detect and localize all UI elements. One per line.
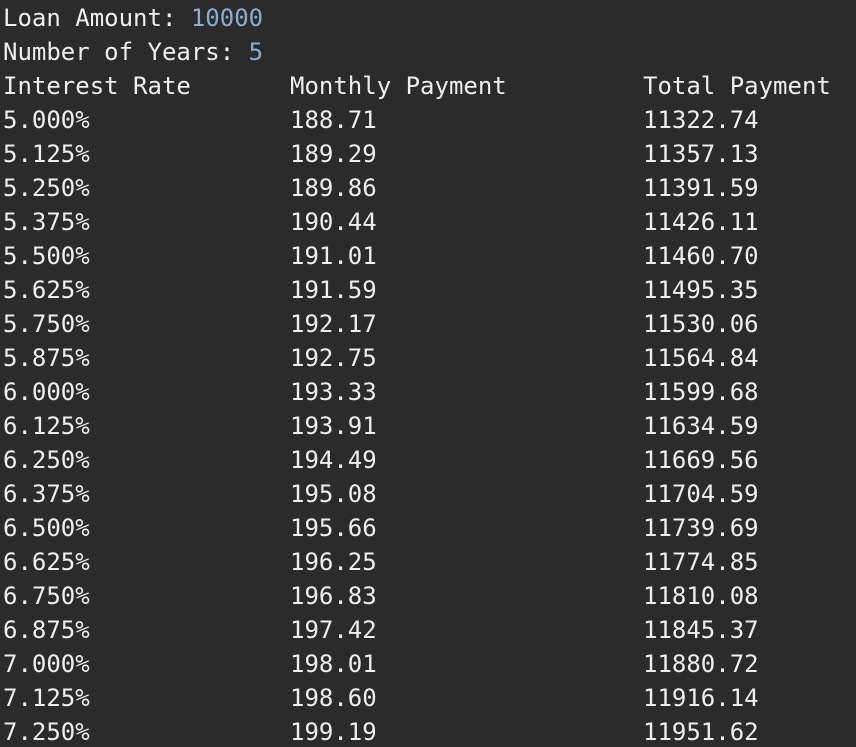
header-total-payment: Total Payment <box>643 72 831 100</box>
table-row: 6.625% 196.25 11774.85 <box>0 545 856 579</box>
monthly-payment-cell: 196.25 <box>290 548 377 576</box>
interest-rate-cell: 6.875% <box>3 616 90 644</box>
interest-rate-cell: 5.750% <box>3 310 90 338</box>
table-row: 5.000% 188.71 11322.74 <box>0 103 856 137</box>
loan-amount-line: Loan Amount: 10000 <box>0 1 856 35</box>
total-payment-cell: 11634.59 <box>643 412 759 440</box>
years-label: Number of Years: <box>3 38 249 66</box>
interest-rate-cell: 5.375% <box>3 208 90 236</box>
interest-rate-cell: 5.625% <box>3 276 90 304</box>
total-payment-cell: 11322.74 <box>643 106 759 134</box>
table-row: 6.250% 194.49 11669.56 <box>0 443 856 477</box>
interest-rate-cell: 6.125% <box>3 412 90 440</box>
table-row: 6.000% 193.33 11599.68 <box>0 375 856 409</box>
years-value: 5 <box>248 38 264 66</box>
monthly-payment-cell: 199.19 <box>290 718 377 746</box>
monthly-payment-cell: 197.42 <box>290 616 377 644</box>
table-row: 6.375% 195.08 11704.59 <box>0 477 856 511</box>
total-payment-cell: 11564.84 <box>643 344 759 372</box>
monthly-payment-cell: 188.71 <box>290 106 377 134</box>
header-interest-rate: Interest Rate <box>3 72 191 100</box>
total-payment-cell: 11880.72 <box>643 650 759 678</box>
table-row: 7.000% 198.01 11880.72 <box>0 647 856 681</box>
total-payment-cell: 11774.85 <box>643 548 759 576</box>
monthly-payment-cell: 191.59 <box>290 276 377 304</box>
interest-rate-cell: 5.875% <box>3 344 90 372</box>
table-row: 5.500% 191.01 11460.70 <box>0 239 856 273</box>
interest-rate-cell: 7.000% <box>3 650 90 678</box>
total-payment-cell: 11530.06 <box>643 310 759 338</box>
total-payment-cell: 11391.59 <box>643 174 759 202</box>
monthly-payment-cell: 191.01 <box>290 242 377 270</box>
interest-rate-cell: 6.000% <box>3 378 90 406</box>
total-payment-cell: 11599.68 <box>643 378 759 406</box>
loan-amount-label: Loan Amount: <box>3 4 191 32</box>
total-payment-cell: 11357.13 <box>643 140 759 168</box>
interest-rate-cell: 5.250% <box>3 174 90 202</box>
total-payment-cell: 11495.35 <box>643 276 759 304</box>
interest-rate-cell: 6.625% <box>3 548 90 576</box>
table-row: 5.375% 190.44 11426.11 <box>0 205 856 239</box>
table-row: 5.250% 189.86 11391.59 <box>0 171 856 205</box>
total-payment-cell: 11951.62 <box>643 718 759 746</box>
total-payment-cell: 11845.37 <box>643 616 759 644</box>
monthly-payment-cell: 195.66 <box>290 514 377 542</box>
header-monthly-payment: Monthly Payment <box>290 72 507 100</box>
monthly-payment-cell: 194.49 <box>290 446 377 474</box>
monthly-payment-cell: 193.91 <box>290 412 377 440</box>
interest-rate-cell: 5.500% <box>3 242 90 270</box>
interest-rate-cell: 5.000% <box>3 106 90 134</box>
monthly-payment-cell: 195.08 <box>290 480 377 508</box>
terminal-output: Loan Amount: 10000 Number of Years: 5 In… <box>0 0 856 747</box>
table-row: 5.125% 189.29 11357.13 <box>0 137 856 171</box>
interest-rate-cell: 7.125% <box>3 684 90 712</box>
table-body: 5.000% 188.71 11322.74 5.125% 189.29 11357.13… <box>0 103 856 747</box>
total-payment-cell: 11810.08 <box>643 582 759 610</box>
monthly-payment-cell: 192.75 <box>290 344 377 372</box>
monthly-payment-cell: 193.33 <box>290 378 377 406</box>
interest-rate-cell: 6.500% <box>3 514 90 542</box>
monthly-payment-cell: 189.86 <box>290 174 377 202</box>
table-row: 6.750% 196.83 11810.08 <box>0 579 856 613</box>
monthly-payment-cell: 189.29 <box>290 140 377 168</box>
table-row: 6.875% 197.42 11845.37 <box>0 613 856 647</box>
loan-amount-value: 10000 <box>190 4 264 32</box>
monthly-payment-cell: 196.83 <box>290 582 377 610</box>
total-payment-cell: 11739.69 <box>643 514 759 542</box>
table-row: 5.750% 192.17 11530.06 <box>0 307 856 341</box>
interest-rate-cell: 5.125% <box>3 140 90 168</box>
total-payment-cell: 11916.14 <box>643 684 759 712</box>
monthly-payment-cell: 198.01 <box>290 650 377 678</box>
total-payment-cell: 11704.59 <box>643 480 759 508</box>
monthly-payment-cell: 190.44 <box>290 208 377 236</box>
table-row: 7.125% 198.60 11916.14 <box>0 681 856 715</box>
interest-rate-cell: 7.250% <box>3 718 90 746</box>
interest-rate-cell: 6.250% <box>3 446 90 474</box>
table-header-row: Interest Rate Monthly Payment Total Paym… <box>0 69 856 103</box>
monthly-payment-cell: 198.60 <box>290 684 377 712</box>
interest-rate-cell: 6.375% <box>3 480 90 508</box>
years-line: Number of Years: 5 <box>0 35 856 69</box>
monthly-payment-cell: 192.17 <box>290 310 377 338</box>
table-row: 5.875% 192.75 11564.84 <box>0 341 856 375</box>
table-row: 5.625% 191.59 11495.35 <box>0 273 856 307</box>
total-payment-cell: 11669.56 <box>643 446 759 474</box>
total-payment-cell: 11426.11 <box>643 208 759 236</box>
interest-rate-cell: 6.750% <box>3 582 90 610</box>
table-row: 6.125% 193.91 11634.59 <box>0 409 856 443</box>
table-row: 7.250% 199.19 11951.62 <box>0 715 856 747</box>
total-payment-cell: 11460.70 <box>643 242 759 270</box>
table-row: 6.500% 195.66 11739.69 <box>0 511 856 545</box>
